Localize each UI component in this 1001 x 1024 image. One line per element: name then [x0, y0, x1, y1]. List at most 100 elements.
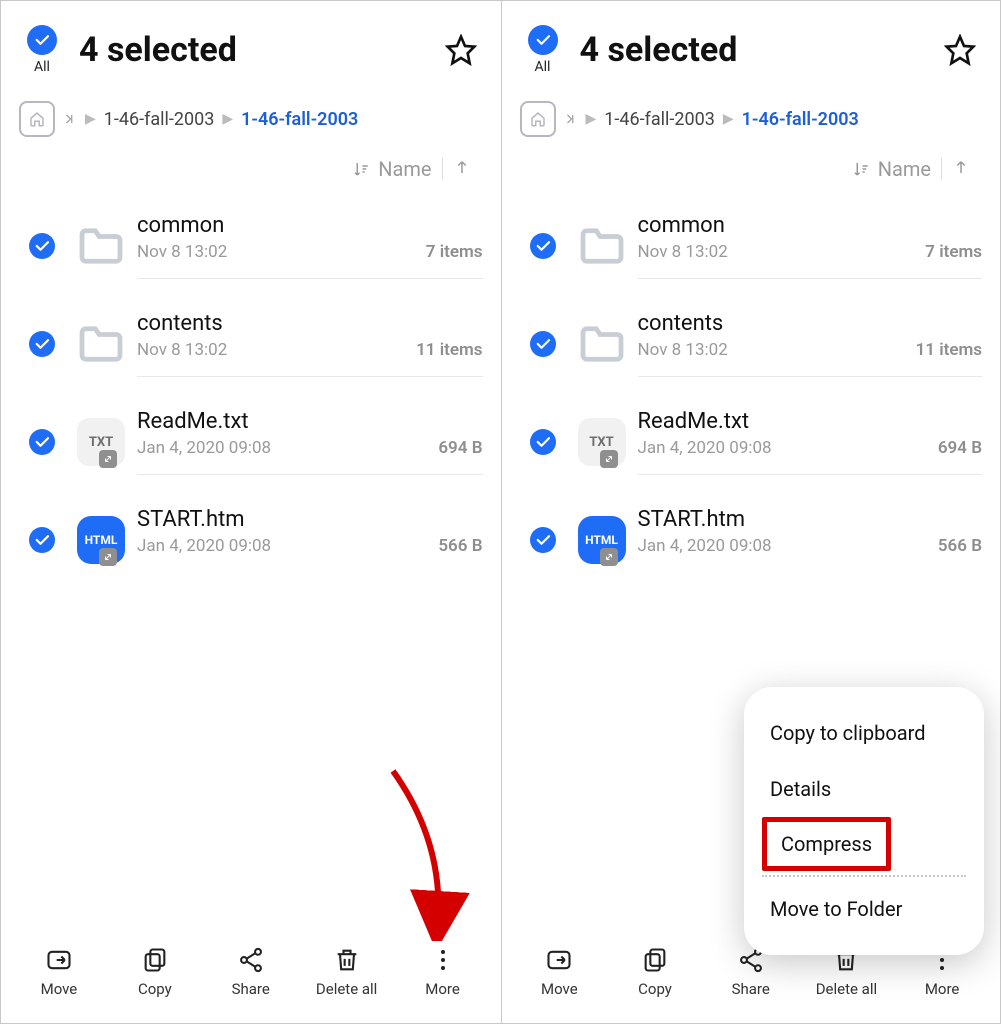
star-icon: [445, 34, 477, 66]
sort-bar: Name: [19, 151, 483, 197]
file-date: Jan 4, 2020 09:08: [638, 536, 772, 556]
sort-direction-button[interactable]: [952, 157, 970, 181]
breadcrumb-item[interactable]: 1-46-fall-2003: [604, 109, 715, 130]
expand-icon: [600, 450, 618, 468]
sort-button[interactable]: Name: [352, 157, 431, 181]
star-icon: [944, 34, 976, 66]
more-icon: [441, 946, 445, 974]
chevron-right-icon: ▶: [723, 111, 734, 127]
favorite-button[interactable]: [938, 28, 982, 72]
page-title: 4 selected: [580, 30, 939, 70]
check-icon[interactable]: [29, 331, 55, 357]
folder-icon: [65, 227, 137, 265]
check-icon[interactable]: [29, 233, 55, 259]
check-icon: [528, 25, 558, 55]
home-icon: [28, 110, 46, 128]
txt-file-icon: TXT: [77, 418, 125, 466]
home-button[interactable]: [520, 101, 556, 137]
file-name: common: [137, 213, 483, 238]
file-row[interactable]: common Nov 8 13:027 items: [520, 197, 983, 295]
file-list: common Nov 8 13:02 7 items contents Nov …: [19, 197, 483, 1023]
expand-icon: [99, 450, 117, 468]
file-row[interactable]: contents Nov 8 13:0211 items: [520, 295, 983, 393]
file-row[interactable]: common Nov 8 13:02 7 items: [19, 197, 483, 295]
skip-icon: [63, 112, 77, 126]
file-meta: 11 items: [416, 340, 482, 360]
menu-copy-clipboard[interactable]: Copy to clipboard: [744, 705, 984, 761]
copy-button[interactable]: Copy: [115, 946, 195, 998]
move-button[interactable]: Move: [519, 946, 599, 998]
file-name: contents: [638, 311, 983, 336]
html-file-icon: HTML: [77, 516, 125, 564]
check-icon[interactable]: [29, 429, 55, 455]
select-all-button[interactable]: All: [19, 25, 65, 75]
breadcrumb-skip[interactable]: [564, 112, 578, 126]
share-button[interactable]: Share: [211, 946, 291, 998]
file-row[interactable]: TXT ReadMe.txt Jan 4, 2020 09:08694 B: [520, 393, 983, 491]
left-pane: All 4 selected ▶ 1-46-fall-2003 ▶ 1-46-f…: [1, 1, 501, 1023]
sort-label: Name: [378, 157, 431, 181]
check-icon[interactable]: [29, 527, 55, 553]
home-icon: [529, 110, 547, 128]
file-meta: 7 items: [925, 242, 982, 262]
sort-label: Name: [878, 157, 931, 181]
check-icon[interactable]: [530, 233, 556, 259]
file-date: Nov 8 13:02: [638, 242, 728, 262]
more-button[interactable]: More: [403, 946, 483, 998]
file-row[interactable]: TXT ReadMe.txt Jan 4, 2020 09:08 694 B: [19, 393, 483, 491]
sort-button[interactable]: Name: [852, 157, 931, 181]
all-label: All: [34, 59, 50, 75]
folder-icon: [566, 325, 638, 363]
favorite-button[interactable]: [439, 28, 483, 72]
copy-icon: [141, 946, 169, 974]
share-icon: [237, 946, 265, 974]
header: All 4 selected: [19, 25, 483, 75]
copy-button[interactable]: Copy: [615, 946, 695, 998]
sort-bar: Name: [520, 151, 983, 197]
more-menu: Copy to clipboard Details Compress Move …: [744, 687, 984, 955]
check-icon[interactable]: [530, 429, 556, 455]
file-date: Jan 4, 2020 09:08: [137, 536, 271, 556]
breadcrumb: ▶ 1-46-fall-2003 ▶ 1-46-fall-2003: [19, 101, 483, 137]
file-date: Jan 4, 2020 09:08: [638, 438, 772, 458]
check-icon[interactable]: [530, 527, 556, 553]
file-meta: 694 B: [438, 438, 482, 458]
breadcrumb: ▶ 1-46-fall-2003 ▶ 1-46-fall-2003: [520, 101, 983, 137]
right-pane: All 4 selected ▶ 1-46-fall-2003 ▶ 1-46-f…: [501, 1, 1001, 1023]
file-name: ReadMe.txt: [638, 409, 983, 434]
folder-icon: [566, 227, 638, 265]
breadcrumb-current[interactable]: 1-46-fall-2003: [742, 109, 859, 130]
page-title: 4 selected: [79, 30, 439, 70]
file-row[interactable]: contents Nov 8 13:02 11 items: [19, 295, 483, 393]
home-button[interactable]: [19, 101, 55, 137]
menu-details[interactable]: Details: [744, 761, 984, 817]
file-row[interactable]: HTML START.htm Jan 4, 2020 09:08 566 B: [19, 491, 483, 588]
arrow-up-icon: [952, 158, 970, 176]
menu-move-folder[interactable]: Move to Folder: [744, 881, 984, 937]
file-meta: 566 B: [438, 536, 482, 556]
breadcrumb-skip[interactable]: [63, 112, 77, 126]
menu-separator: [762, 875, 966, 877]
bottom-bar: Move Copy Share Delete all More: [1, 931, 501, 1023]
move-icon: [545, 946, 573, 974]
sort-direction-button[interactable]: [453, 157, 471, 181]
delete-all-button[interactable]: Delete all: [307, 946, 387, 998]
all-label: All: [535, 59, 551, 75]
file-meta: 7 items: [426, 242, 483, 262]
header: All 4 selected: [520, 25, 983, 75]
file-name: ReadMe.txt: [137, 409, 483, 434]
breadcrumb-current[interactable]: 1-46-fall-2003: [241, 109, 358, 130]
file-meta: 694 B: [938, 438, 982, 458]
chevron-right-icon: ▶: [85, 111, 96, 127]
menu-compress[interactable]: Compress: [767, 822, 886, 866]
file-row[interactable]: HTML START.htm Jan 4, 2020 09:08566 B: [520, 491, 983, 588]
check-icon: [27, 25, 57, 55]
check-icon[interactable]: [530, 331, 556, 357]
html-file-icon: HTML: [578, 516, 626, 564]
divider: [941, 158, 942, 180]
move-button[interactable]: Move: [19, 946, 99, 998]
file-name: contents: [137, 311, 483, 336]
trash-icon: [333, 946, 361, 974]
select-all-button[interactable]: All: [520, 25, 566, 75]
breadcrumb-item[interactable]: 1-46-fall-2003: [104, 109, 215, 130]
